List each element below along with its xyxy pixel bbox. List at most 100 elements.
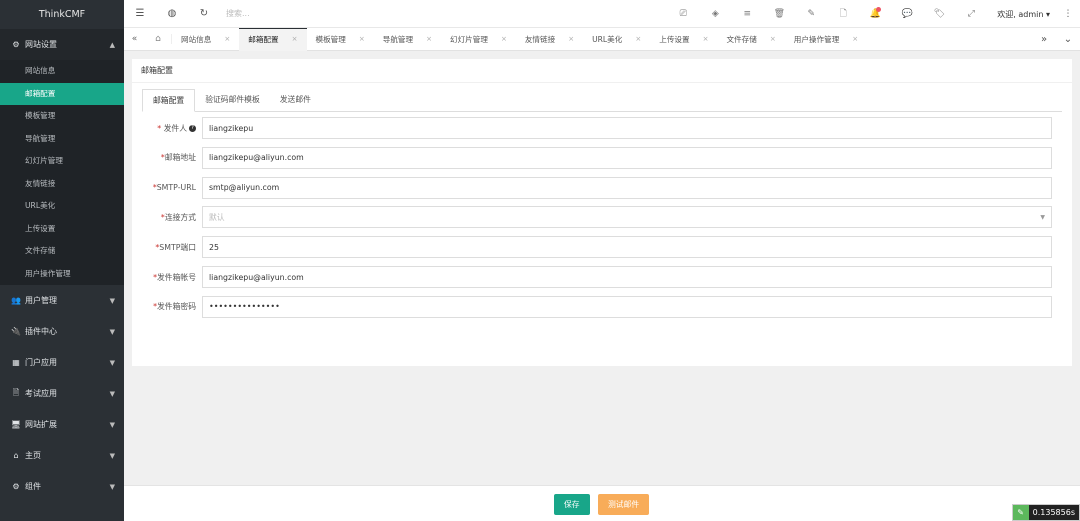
field-label: *发件箱帐号 — [132, 272, 202, 283]
form-row: *连接方式 默认 ▼ — [132, 206, 1072, 229]
sidebar-item[interactable]: 幻灯片管理 — [0, 150, 124, 173]
field-value: liangzikepu@aliyun.com — [209, 272, 304, 282]
close-icon[interactable]: × — [852, 28, 858, 51]
trace-timer[interactable]: ✎ 0.135856s — [1011, 504, 1080, 521]
page-tab[interactable]: 文件存储 × — [717, 28, 784, 51]
page-tab[interactable]: 邮箱配置 × — [239, 27, 307, 51]
sidebar-group[interactable]: ⚙ 组件 ▼ — [0, 471, 124, 502]
brand-logo[interactable]: ThinkCMF — [0, 0, 124, 29]
field-label: *连接方式 — [132, 212, 202, 223]
text-input[interactable]: ••••••••••••••• — [202, 295, 1052, 318]
page-tab[interactable]: 幻灯片管理 × — [441, 28, 516, 51]
chevron-down-icon: ▼ — [1040, 213, 1045, 221]
page-tab[interactable]: 上传设置 × — [650, 28, 717, 51]
sidebar-item[interactable]: 模板管理 — [0, 105, 124, 128]
sidebar-group[interactable]: 🗎 考试应用 ▼ — [0, 378, 124, 409]
sidebar-item[interactable]: 网站信息 — [0, 60, 124, 83]
sidebar-item[interactable]: 上传设置 — [0, 218, 124, 241]
sidebar-group[interactable]: ⌂ 主页 ▼ — [0, 440, 124, 471]
sidebar-item[interactable]: URL美化 — [0, 195, 124, 218]
page-tab-label: 导航管理 — [382, 34, 414, 44]
text-input[interactable]: liangzikepu — [202, 117, 1052, 139]
text-input[interactable]: smtp@aliyun.com — [202, 176, 1052, 199]
close-icon[interactable]: × — [224, 28, 230, 51]
page-tab[interactable]: 友情链接 × — [516, 28, 583, 51]
sidebar-group-label: 用户管理 — [25, 296, 57, 305]
field-label-text: 连接方式 — [164, 212, 196, 222]
close-icon[interactable]: × — [703, 28, 709, 51]
sidebar-groups: 👥 用户管理 ▼ 🔌 插件中心 ▼ ▦ 门户应用 ▼ 🗎 考试应用 ▼ 🖥 网站扩展 ▼ ⌂ 主页 ▼ ⚙ 组件 ▼ — [0, 285, 124, 502]
text-input[interactable]: liangzikepu@aliyun.com — [202, 146, 1052, 169]
close-icon[interactable]: × — [292, 28, 298, 51]
trash-icon[interactable]: 🗑 — [763, 9, 795, 19]
inner-tab[interactable]: 发送邮件 — [270, 89, 321, 111]
page-tab-label: 上传设置 — [659, 34, 690, 44]
sidebar-group[interactable]: 👥 用户管理 ▼ — [0, 285, 124, 316]
plug-icon: 🔌 — [11, 327, 21, 336]
text-input[interactable]: liangzikepu@aliyun.com — [202, 266, 1052, 288]
tabs-scroll-left-icon[interactable]: « — [124, 34, 145, 44]
sidebar: ThinkCMF ⚙ 网站设置 ▲ 网站信息 邮箱配置 模板管理 导航管理 幻灯片管理友… — [0, 0, 124, 521]
field-label-text: SMTP-URL — [156, 183, 196, 193]
refresh-icon[interactable]: ↻ — [188, 8, 220, 19]
field-label: *SMTP端口 — [132, 242, 202, 253]
field-label: *邮箱地址 — [132, 152, 202, 163]
page-tab[interactable]: URL美化 × — [583, 28, 650, 51]
page-tab[interactable]: 模板管理 × — [307, 28, 374, 51]
close-icon[interactable]: × — [770, 28, 776, 51]
field-value: ••••••••••••••• — [209, 302, 280, 312]
close-icon[interactable]: × — [635, 28, 641, 51]
text-input[interactable]: 25 — [202, 236, 1052, 259]
home-tab-icon[interactable]: ⌂ — [145, 34, 172, 44]
tabs-scroll-right-icon[interactable]: » — [1032, 34, 1056, 45]
list-icon[interactable]: ≡ — [731, 9, 763, 19]
connection-select[interactable]: 默认 ▼ — [202, 206, 1052, 229]
sidebar-group[interactable]: 🔌 插件中心 ▼ — [0, 316, 124, 347]
sidebar-item[interactable]: 邮箱配置 — [0, 82, 124, 105]
menu-toggle-icon[interactable]: ☰ — [124, 8, 156, 19]
page-tab-label: URL美化 — [592, 34, 623, 44]
caret-down-icon: ▼ — [109, 389, 115, 398]
sidebar-item[interactable]: 文件存储 — [0, 240, 124, 263]
inner-tab[interactable]: 验证码邮件模板 — [195, 89, 270, 111]
form-row: *发件箱密码 ••••••••••••••• — [132, 295, 1072, 318]
more-vertical-icon[interactable]: ⋮ — [1056, 9, 1080, 19]
page-tab[interactable]: 用户操作管理 × — [785, 28, 867, 51]
search-input[interactable]: 搜索... — [226, 8, 346, 19]
sidebar-item[interactable]: 友情链接 — [0, 173, 124, 196]
page-tab-label: 模板管理 — [315, 34, 346, 44]
sidebar-group-label: 考试应用 — [25, 389, 57, 398]
layers-icon[interactable]: ◈ — [699, 9, 731, 19]
test-email-button[interactable]: 测试邮件 — [598, 494, 650, 515]
field-label-text: 发件箱密码 — [157, 302, 196, 312]
close-icon[interactable]: × — [426, 28, 432, 51]
sidebar-group[interactable]: ▦ 门户应用 ▼ — [0, 347, 124, 378]
bell-icon[interactable]: 🔔 — [859, 7, 891, 19]
page-tabs-bar: « ⌂ 网站信息 × 邮箱配置 × 模板管理 × 导航管理 × 幻灯片管理 × 友情链接 × URL美化… — [124, 27, 1080, 51]
pencil-icon[interactable]: ✎ — [795, 9, 827, 19]
help-icon[interactable]: ? — [189, 125, 196, 132]
save-button[interactable]: 保存 — [554, 494, 590, 515]
close-icon[interactable]: × — [359, 28, 365, 51]
tag-icon[interactable]: 🏷 — [923, 9, 955, 19]
page-tab-label: 文件存储 — [726, 34, 757, 44]
field-label: *SMTP-URL — [132, 183, 202, 192]
inner-tab[interactable]: 邮箱配置 — [142, 89, 196, 112]
close-icon[interactable]: × — [568, 28, 574, 51]
sidebar-group-site-settings[interactable]: ⚙ 网站设置 ▲ — [0, 29, 124, 60]
user-menu[interactable]: 欢迎, admin ▾ — [987, 9, 1056, 20]
globe-icon[interactable]: ◍ — [156, 8, 188, 19]
tabs-dropdown-icon[interactable]: ⌄ — [1056, 34, 1080, 45]
clear-cache-icon[interactable]: ⎚ — [667, 9, 699, 19]
sidebar-item[interactable]: 导航管理 — [0, 128, 124, 151]
page-tab[interactable]: 导航管理 × — [374, 28, 441, 51]
document-icon[interactable]: 🗋 — [827, 6, 859, 22]
page-tab[interactable]: 网站信息 × — [172, 28, 239, 51]
field-value: smtp@aliyun.com — [209, 183, 280, 193]
comments-icon[interactable]: 💬 — [891, 9, 923, 19]
sidebar-group[interactable]: 🖥 网站扩展 ▼ — [0, 409, 124, 440]
close-icon[interactable]: × — [501, 28, 507, 51]
sidebar-item[interactable]: 用户操作管理 — [0, 263, 124, 286]
fullscreen-icon[interactable]: ⤢ — [955, 9, 987, 19]
field-label-text: 发件人 — [163, 123, 187, 133]
